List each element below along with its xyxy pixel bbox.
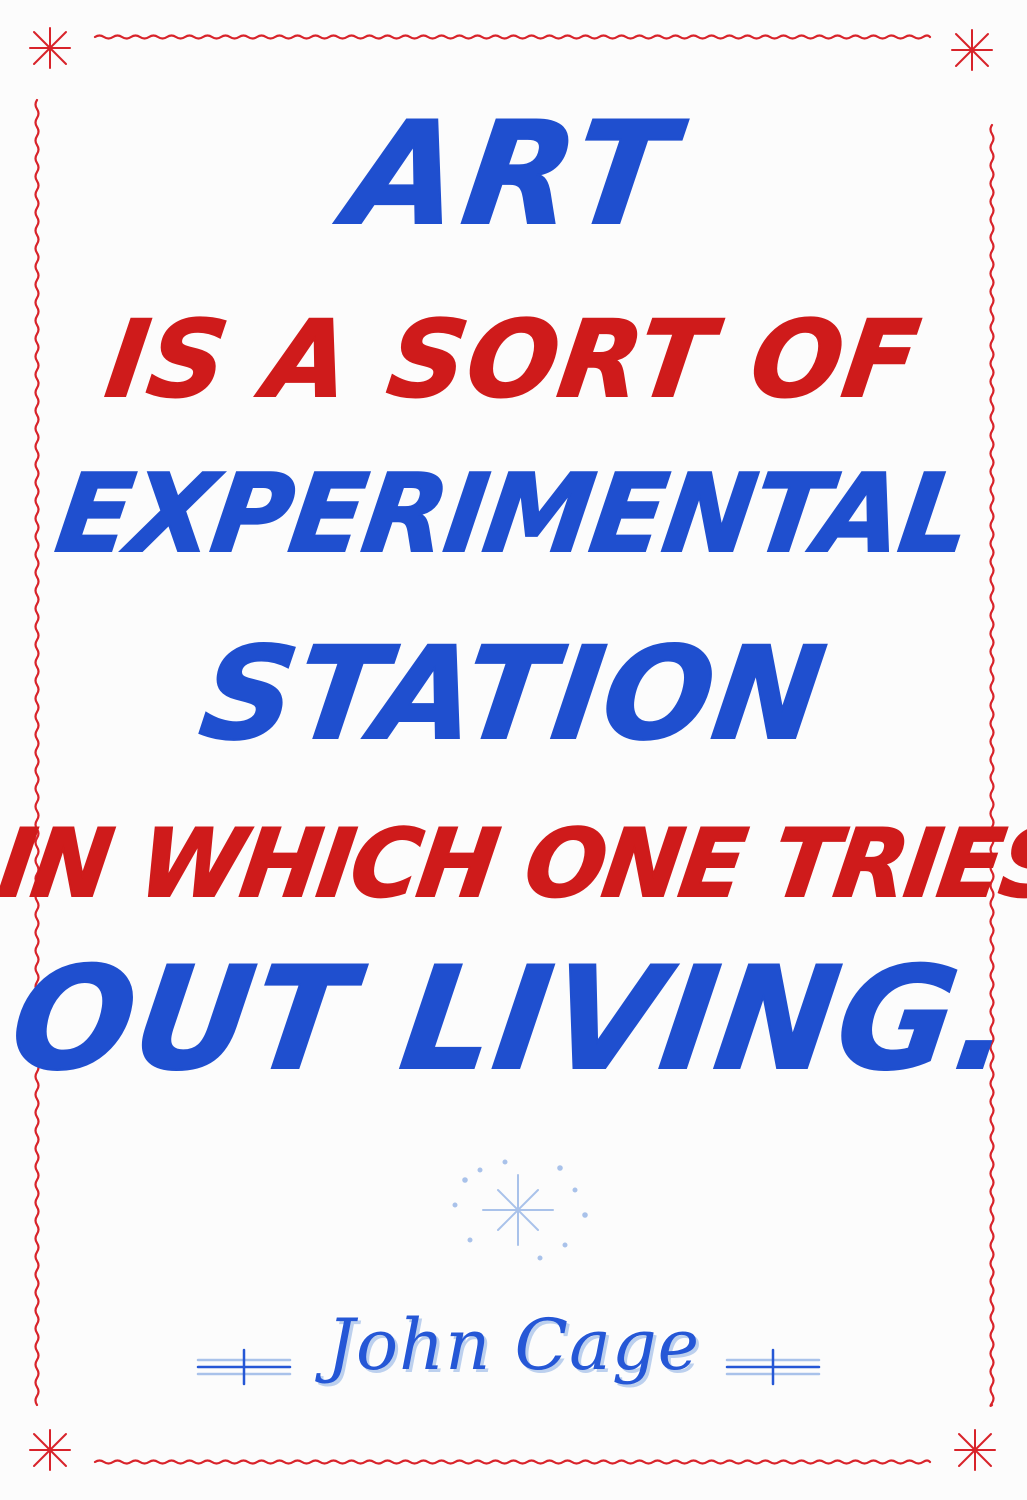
poster: ART IS A SORT OF EXPERIMENTAL STATION IN… xyxy=(0,0,1027,1500)
quote-line-art: ART xyxy=(337,91,690,258)
quote-line-is-a-sort-of: IS A SORT OF xyxy=(99,297,929,422)
light-blue-sparkle-icon xyxy=(452,1159,588,1261)
quote-line-in-which-one-tries: IN WHICH ONE TRIES xyxy=(0,809,1027,920)
quote-line-experimental: EXPERIMENTAL xyxy=(48,451,978,578)
author-signature: John Cage xyxy=(326,1304,701,1386)
quote-line-station: STATION xyxy=(191,619,835,770)
quote-line-out-living: OUT LIVING. xyxy=(1,936,1026,1103)
